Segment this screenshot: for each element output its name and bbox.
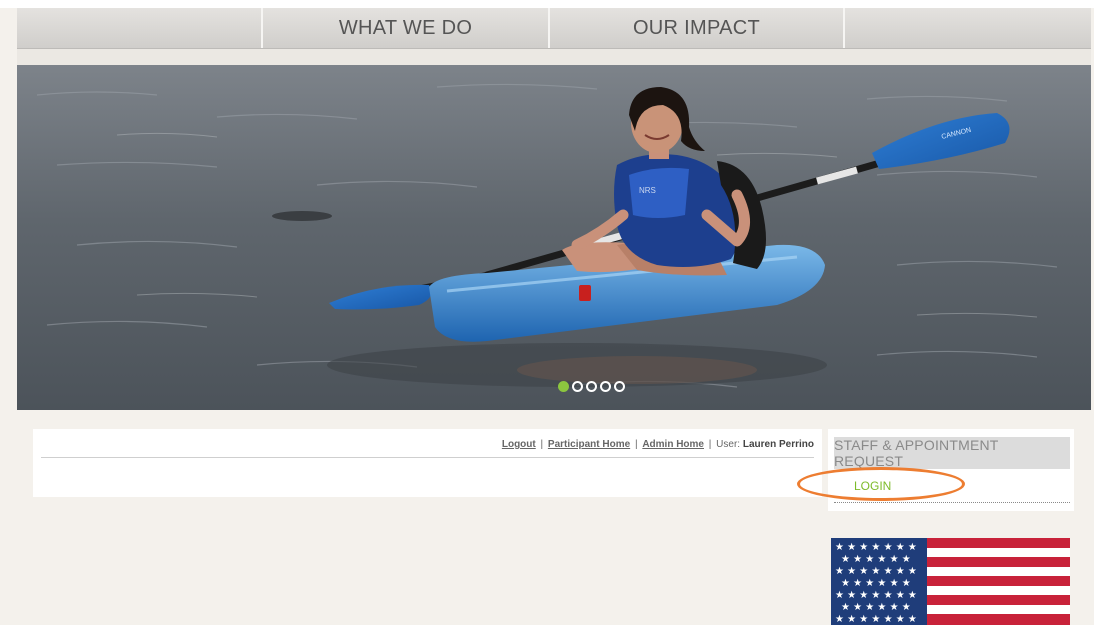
svg-text:★ ★ ★ ★ ★ ★ ★: ★ ★ ★ ★ ★ ★ ★	[835, 614, 917, 625]
user-name: Lauren Perrino	[742, 439, 814, 450]
kayaker-illustration: CANNON NRS	[17, 65, 1091, 410]
top-strip	[0, 0, 1094, 8]
nav-item-our-impact[interactable]: OUR IMPACT	[550, 8, 845, 48]
participant-home-link[interactable]: Participant Home	[548, 439, 630, 450]
nav-item-left[interactable]	[17, 8, 263, 48]
login-highlight-annotation	[797, 467, 965, 501]
svg-text:★ ★ ★ ★ ★ ★: ★ ★ ★ ★ ★ ★	[841, 554, 911, 565]
separator: |	[708, 439, 712, 450]
panel-divider	[41, 457, 814, 458]
hero-slide-image: CANNON NRS	[17, 65, 1091, 410]
slider-dot-3[interactable]	[586, 381, 597, 392]
logout-link[interactable]: Logout	[502, 439, 536, 450]
admin-home-link[interactable]: Admin Home	[642, 439, 704, 450]
sidebar-heading: STAFF & APPOINTMENT REQUEST	[834, 437, 1070, 469]
nav-item-right[interactable]	[845, 8, 1091, 48]
user-label: User:	[716, 439, 741, 450]
svg-text:★ ★ ★ ★ ★ ★ ★: ★ ★ ★ ★ ★ ★ ★	[835, 566, 917, 577]
vest-logo-text: NRS	[639, 186, 656, 195]
main-nav: WHAT WE DO OUR IMPACT	[17, 8, 1091, 49]
slider-dot-1[interactable]	[558, 381, 569, 392]
slider-dot-5[interactable]	[614, 381, 625, 392]
slider-dot-2[interactable]	[572, 381, 583, 392]
svg-text:★ ★ ★ ★ ★ ★: ★ ★ ★ ★ ★ ★	[841, 602, 911, 613]
separator: |	[634, 439, 638, 450]
slider-dots	[558, 381, 625, 392]
separator: |	[540, 439, 544, 450]
slider-dot-4[interactable]	[600, 381, 611, 392]
nav-item-what-we-do[interactable]: WHAT WE DO	[263, 8, 550, 48]
content-panel: Logout | Participant Home | Admin Home |…	[33, 429, 822, 497]
svg-text:★ ★ ★ ★ ★ ★ ★: ★ ★ ★ ★ ★ ★ ★	[835, 542, 917, 553]
us-flag-icon: ★ ★ ★ ★ ★ ★ ★ ★ ★ ★ ★ ★ ★ ★ ★ ★ ★ ★ ★ ★ …	[831, 538, 1070, 625]
sidebar-divider	[834, 502, 1070, 503]
user-bar: Logout | Participant Home | Admin Home |…	[502, 439, 814, 450]
nav-gap	[17, 49, 1091, 65]
svg-text:★ ★ ★ ★ ★ ★: ★ ★ ★ ★ ★ ★	[841, 578, 911, 589]
svg-text:★ ★ ★ ★ ★ ★ ★: ★ ★ ★ ★ ★ ★ ★	[835, 590, 917, 601]
